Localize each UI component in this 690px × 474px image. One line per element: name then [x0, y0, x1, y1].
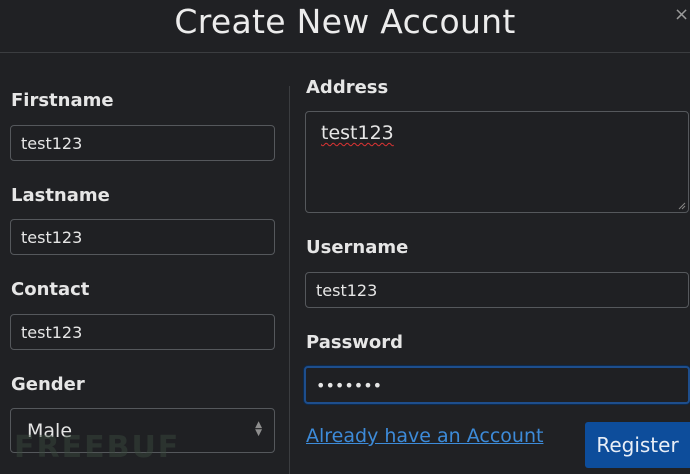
login-link[interactable]: Already have an Account — [306, 425, 543, 447]
contact-value: test123 — [21, 322, 83, 342]
dialog-title: Create New Account — [174, 2, 516, 41]
dialog-header: Create New Account × — [0, 0, 690, 53]
firstname-input[interactable]: test123 — [10, 125, 275, 161]
select-arrows-icon: ▲ ▼ — [255, 420, 262, 438]
address-value: test123 — [321, 122, 394, 144]
address-textarea[interactable]: test123 — [305, 111, 689, 213]
close-icon[interactable]: × — [674, 4, 689, 25]
register-button[interactable]: Register — [585, 422, 690, 468]
lastname-input[interactable]: test123 — [10, 219, 275, 255]
contact-input[interactable]: test123 — [10, 314, 275, 350]
contact-label: Contact — [11, 279, 90, 300]
password-label: Password — [306, 332, 404, 353]
lastname-label: Lastname — [11, 185, 110, 206]
watermark: FREEBUF — [14, 430, 181, 465]
lastname-value: test123 — [21, 227, 83, 247]
address-label: Address — [306, 77, 389, 98]
column-divider — [289, 86, 290, 474]
password-input[interactable]: ••••••• — [304, 366, 690, 404]
firstname-label: Firstname — [11, 90, 114, 111]
gender-label: Gender — [11, 374, 85, 395]
username-value: test123 — [316, 280, 378, 300]
firstname-value: test123 — [21, 133, 83, 153]
username-label: Username — [306, 237, 409, 258]
password-value: ••••••• — [316, 375, 383, 395]
username-input[interactable]: test123 — [305, 272, 689, 308]
resize-handle-icon[interactable] — [678, 202, 686, 210]
